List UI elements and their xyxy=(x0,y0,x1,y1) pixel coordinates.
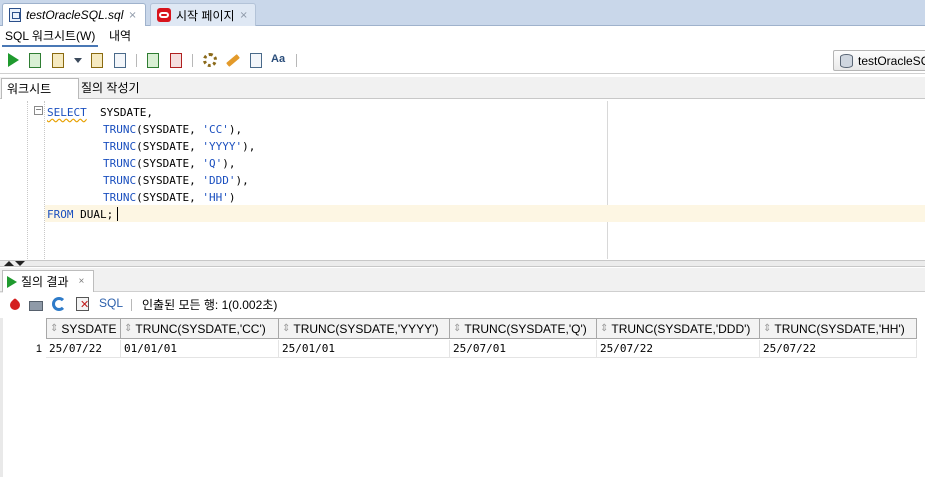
autotrace-dropdown[interactable] xyxy=(70,52,87,69)
refresh-icon xyxy=(52,297,66,311)
oracle-icon xyxy=(157,8,171,22)
chevron-down-icon xyxy=(74,58,82,63)
sort-icon: ⇕ xyxy=(600,323,609,334)
unshared-sql-icon xyxy=(203,53,217,67)
history-icon xyxy=(250,53,262,68)
results-toolbar xyxy=(0,293,925,318)
history-button[interactable] xyxy=(248,52,265,69)
tab-query-result[interactable]: 질의 결과 × xyxy=(2,270,94,292)
run-script-button[interactable] xyxy=(27,52,44,69)
close-icon[interactable]: × xyxy=(79,276,85,287)
column-header-sysdate[interactable]: ⇕ SYSDATE xyxy=(46,318,121,339)
unshared-sql-button[interactable] xyxy=(202,52,219,69)
code-line: TRUNC(SYSDATE, 'Q'), xyxy=(103,157,236,170)
run-script-icon xyxy=(29,53,41,68)
column-header-trunc-hh[interactable]: ⇕ TRUNC(SYSDATE,'HH') xyxy=(760,318,917,339)
sql-tuning-icon xyxy=(114,53,126,68)
export-button[interactable] xyxy=(76,297,92,313)
code-line: FROM DUAL; xyxy=(47,208,114,221)
database-icon xyxy=(840,53,853,68)
column-header-trunc-ddd[interactable]: ⇕ TRUNC(SYSDATE,'DDD') xyxy=(597,318,760,339)
tab-start-page[interactable]: 시작 페이지 × xyxy=(150,3,256,26)
toolbar-separator xyxy=(296,54,297,67)
pin-button[interactable] xyxy=(7,297,23,313)
gutter-guide xyxy=(27,101,28,259)
autotrace-button[interactable] xyxy=(50,52,67,69)
sort-icon: ⇕ xyxy=(453,323,462,334)
fetch-status: 인출된 모든 행: 1(0.002초) xyxy=(142,298,278,312)
sql-link[interactable]: SQL xyxy=(99,296,123,310)
table-cell[interactable]: 25/01/01 xyxy=(279,340,450,358)
tab-query-builder[interactable]: 질의 작성기 xyxy=(76,78,145,99)
connection-selector[interactable]: testOracleSQL xyxy=(833,50,925,71)
connection-label: testOracleSQL xyxy=(858,53,925,68)
explain-plan-icon xyxy=(91,53,103,68)
rollback-button[interactable] xyxy=(168,52,185,69)
print-button[interactable] xyxy=(29,297,45,313)
clear-button[interactable] xyxy=(225,52,242,69)
column-header-trunc-q[interactable]: ⇕ TRUNC(SYSDATE,'Q') xyxy=(450,318,597,339)
format-icon: Aa xyxy=(271,53,286,65)
explain-plan-button[interactable] xyxy=(89,52,106,69)
printer-icon xyxy=(29,301,43,311)
tab-label: 시작 페이지 xyxy=(176,8,235,23)
code-line: TRUNC(SYSDATE, 'HH') xyxy=(103,191,236,204)
table-cell[interactable]: 01/01/01 xyxy=(121,340,279,358)
results-tabs xyxy=(0,268,925,292)
run-statement-icon xyxy=(8,53,19,67)
code-line: TRUNC(SYSDATE, 'YYYY'), xyxy=(103,140,256,153)
fold-toggle-icon[interactable]: − xyxy=(34,106,43,115)
row-number[interactable]: 1 xyxy=(3,340,46,358)
sql-tuning-button[interactable] xyxy=(112,52,129,69)
tab-history[interactable]: 내역 xyxy=(106,27,134,47)
close-icon[interactable]: × xyxy=(128,10,136,21)
run-icon xyxy=(7,275,17,288)
close-icon[interactable]: × xyxy=(240,10,248,21)
pane-splitter[interactable] xyxy=(0,260,925,267)
table-cell[interactable]: 25/07/22 xyxy=(597,340,760,358)
code-line: TRUNC(SYSDATE, 'DDD'), xyxy=(103,174,249,187)
code-line: TRUNC(SYSDATE, 'CC'), xyxy=(103,123,243,136)
worksheet-toolbar xyxy=(0,47,925,74)
tab-label: 질의 결과 xyxy=(21,275,69,289)
rollback-icon xyxy=(170,53,182,68)
collapse-down-icon[interactable] xyxy=(15,261,25,266)
commit-button[interactable] xyxy=(145,52,162,69)
table-cell[interactable]: 25/07/22 xyxy=(760,340,917,358)
toolbar-separator xyxy=(192,54,193,67)
gutter-guide xyxy=(44,101,45,259)
format-button[interactable]: Aa xyxy=(271,52,288,69)
editor-subtabs xyxy=(0,27,925,47)
refresh-button[interactable] xyxy=(52,297,68,313)
table-cell[interactable]: 25/07/01 xyxy=(450,340,597,358)
current-line-highlight xyxy=(45,205,925,222)
export-icon xyxy=(76,297,89,311)
expand-up-icon[interactable] xyxy=(4,261,14,266)
text-cursor xyxy=(117,207,118,221)
sort-icon: ⇕ xyxy=(763,323,772,334)
pin-icon xyxy=(7,297,23,313)
run-statement-button[interactable] xyxy=(5,52,22,69)
tab-sql-worksheet[interactable]: SQL 워크시트(W) xyxy=(2,27,99,47)
clear-icon xyxy=(226,54,240,67)
commit-icon xyxy=(147,53,159,68)
code-line: SELECT SYSDATE, xyxy=(47,106,153,119)
right-margin-guide xyxy=(607,101,608,259)
toolbar-separator xyxy=(136,54,137,67)
sort-icon: ⇕ xyxy=(124,323,133,334)
table-cell[interactable]: 25/07/22 xyxy=(46,340,121,358)
sort-icon: ⇕ xyxy=(282,323,291,334)
autotrace-icon xyxy=(52,53,64,68)
column-header-trunc-cc[interactable]: ⇕ TRUNC(SYSDATE,'CC') xyxy=(121,318,279,339)
tab-worksheet[interactable]: 워크시트 xyxy=(1,78,79,99)
tab-label: testOracleSQL.sql xyxy=(26,8,124,22)
sql-file-icon xyxy=(9,8,21,22)
toolbar-separator xyxy=(131,299,132,311)
sort-icon: ⇕ xyxy=(50,323,59,334)
column-header-trunc-yyyy[interactable]: ⇕ TRUNC(SYSDATE,'YYYY') xyxy=(279,318,450,339)
tab-test-oracle-sql[interactable]: testOracleSQL.sql × xyxy=(2,3,146,26)
